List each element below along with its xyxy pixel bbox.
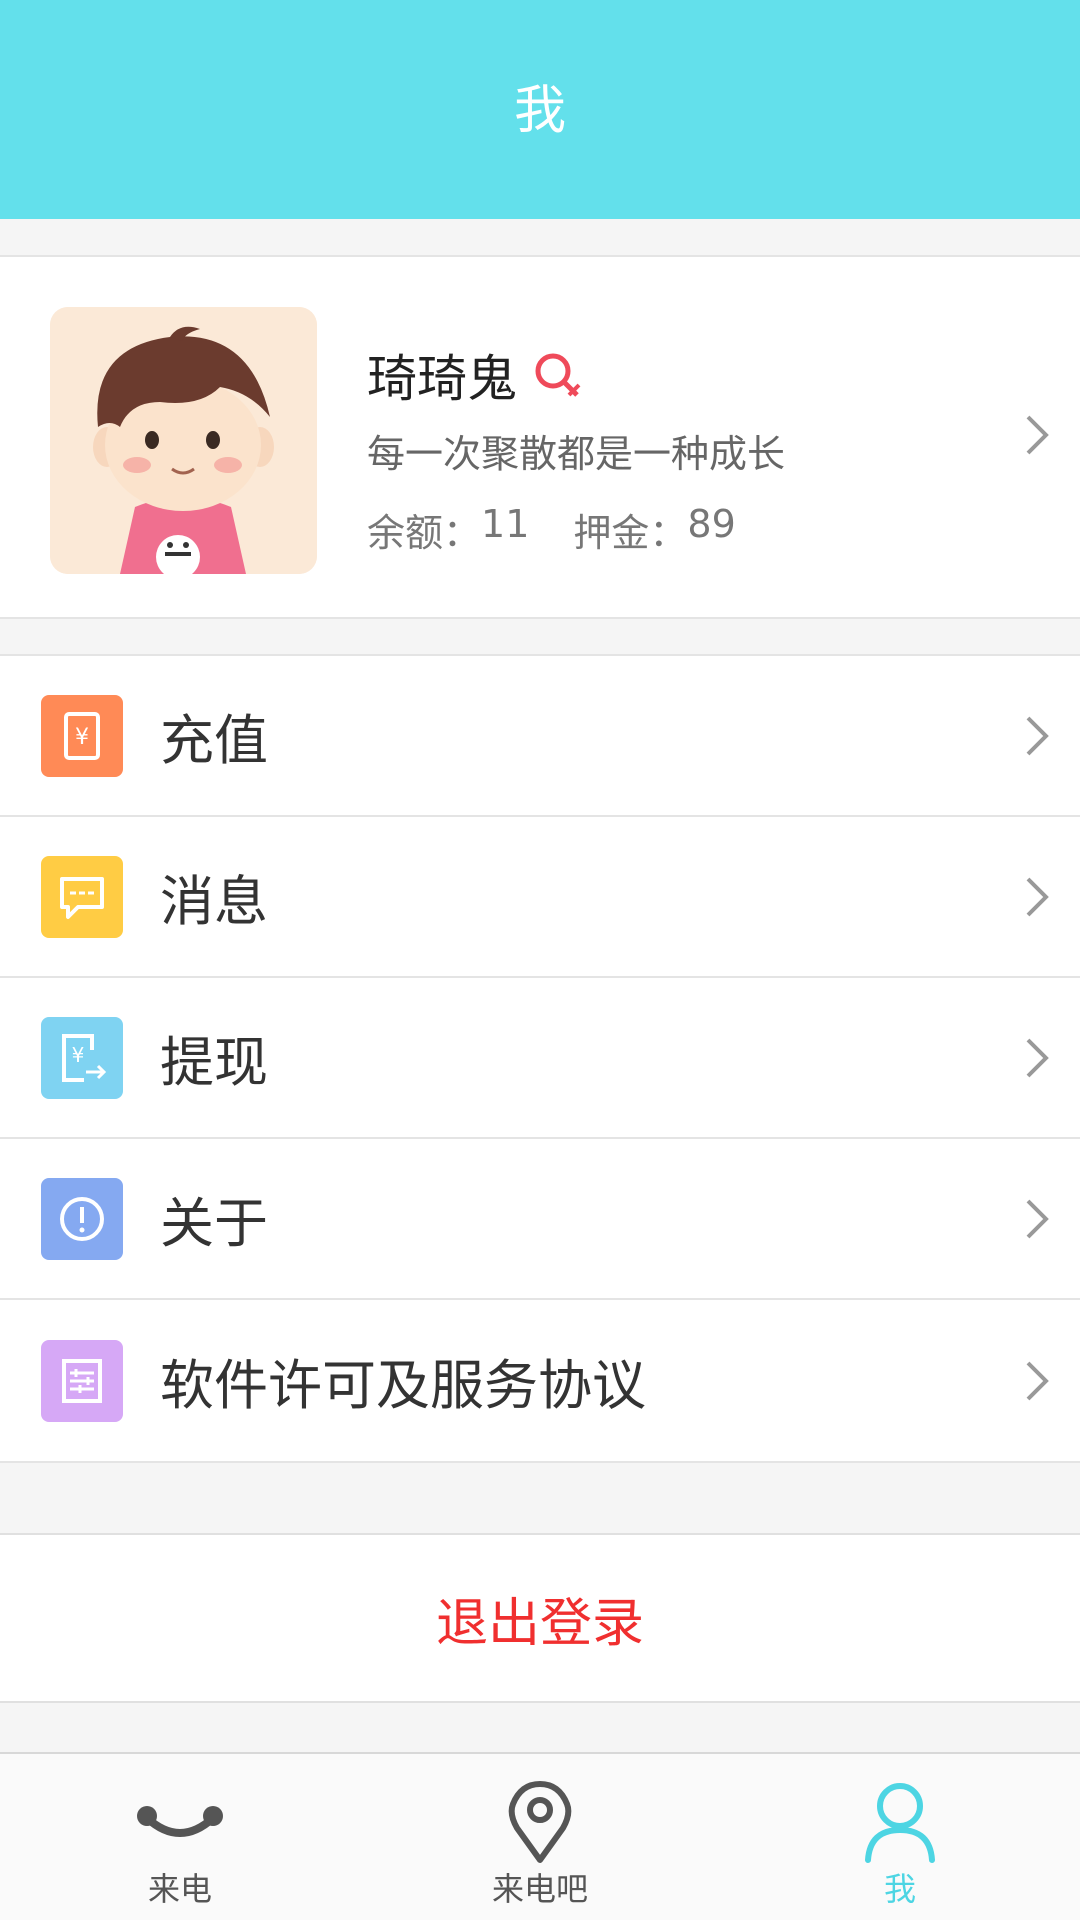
- logout-label: 退出登录: [435, 1593, 644, 1654]
- menu-item-label: 提现: [160, 1031, 268, 1094]
- tab-label: 来电吧: [491, 1870, 588, 1908]
- page-title: 我: [513, 81, 566, 141]
- menu-item-withdraw[interactable]: ¥ 提现: [0, 978, 1080, 1139]
- location-pin-icon: [505, 1780, 575, 1868]
- license-icon: [41, 1339, 123, 1422]
- withdraw-icon: ¥: [41, 1016, 123, 1099]
- menu-item-label: 关于: [160, 1192, 268, 1255]
- recharge-icon: ¥: [41, 694, 123, 777]
- deposit-label: 押金：: [573, 511, 688, 555]
- bottom-tab-bar: 来电 来电吧 我: [0, 1752, 1080, 1920]
- deposit-value: 89: [687, 502, 736, 546]
- svg-text:¥: ¥: [75, 725, 89, 750]
- app-header: 我: [0, 0, 1080, 219]
- menu-item-label: 消息: [160, 870, 268, 933]
- phone-handset-icon: [135, 1780, 225, 1854]
- message-icon: [41, 855, 123, 938]
- avatar[interactable]: [50, 307, 317, 574]
- chevron-right-icon: [1024, 714, 1050, 758]
- chevron-right-icon: [1024, 875, 1050, 919]
- menu-item-label: 充值: [160, 709, 268, 772]
- logout-button[interactable]: 退出登录: [0, 1533, 1080, 1703]
- tab-me[interactable]: 我: [720, 1754, 1080, 1920]
- menu-item-messages[interactable]: 消息: [0, 817, 1080, 978]
- balance-label: 余额：: [367, 511, 482, 555]
- profile-name: 琦琦鬼: [367, 350, 517, 408]
- tab-call-bar[interactable]: 来电吧: [360, 1754, 720, 1920]
- user-icon: [860, 1780, 940, 1868]
- menu-item-label: 软件许可及服务协议: [160, 1354, 646, 1417]
- svg-text:¥: ¥: [72, 1043, 85, 1067]
- chevron-right-icon: [1024, 1197, 1050, 1241]
- female-icon: [535, 353, 581, 397]
- profile-card[interactable]: 琦琦鬼 每一次聚散都是一种成长 余额： 11 押金： 89: [0, 255, 1080, 619]
- tab-label: 我: [883, 1870, 916, 1908]
- menu-item-license[interactable]: 软件许可及服务协议: [0, 1300, 1080, 1461]
- profile-name-row: 琦琦鬼: [367, 339, 583, 411]
- chevron-right-icon: [1024, 1359, 1050, 1403]
- tab-label: 来电: [147, 1870, 212, 1908]
- tab-calls[interactable]: 来电: [0, 1754, 360, 1920]
- profile-signature: 每一次聚散都是一种成长: [367, 432, 786, 476]
- profile-balance-row: 余额： 11 押金： 89: [367, 502, 736, 557]
- menu-item-about[interactable]: 关于: [0, 1139, 1080, 1300]
- chevron-right-icon: [1024, 1036, 1050, 1080]
- menu-list: ¥ 充值 消息 ¥ 提现 关于 软件许可及服务协议: [0, 654, 1080, 1463]
- chevron-right-icon: [1024, 413, 1050, 457]
- menu-item-recharge[interactable]: ¥ 充值: [0, 656, 1080, 817]
- balance-value: 11: [481, 502, 530, 546]
- about-icon: [41, 1177, 123, 1260]
